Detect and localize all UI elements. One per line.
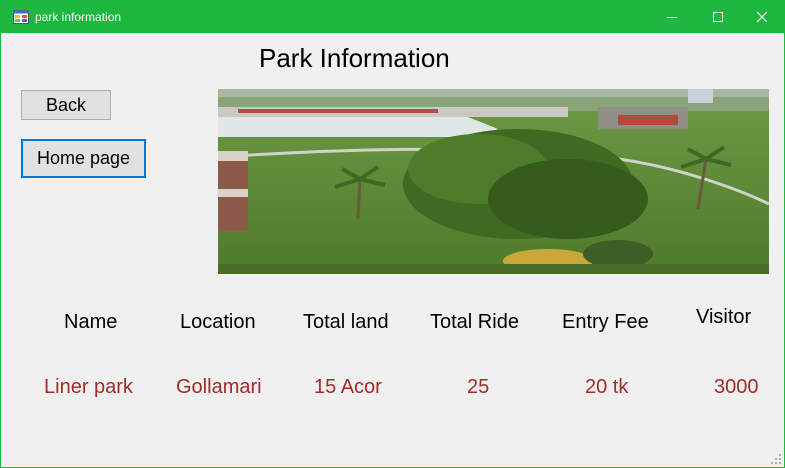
back-button[interactable]: Back xyxy=(21,90,111,120)
value-name: Liner park xyxy=(44,376,133,398)
resize-grip-icon[interactable] xyxy=(770,453,782,465)
value-entry-fee: 20 tk xyxy=(585,376,629,398)
close-icon xyxy=(756,11,768,23)
value-visitor: 3000 xyxy=(714,376,759,398)
close-button[interactable] xyxy=(739,1,785,33)
maximize-button[interactable] xyxy=(695,1,741,33)
maximize-icon xyxy=(713,12,723,22)
value-total-ride: 25 xyxy=(467,376,490,398)
window-title: park information xyxy=(35,10,122,24)
minimize-icon xyxy=(667,17,677,18)
app-form-icon xyxy=(13,10,29,24)
value-total-land: 15 Acor xyxy=(314,376,382,398)
column-header-name: Name xyxy=(64,311,118,333)
column-header-entry-fee: Entry Fee xyxy=(562,311,649,333)
home-page-button[interactable]: Home page xyxy=(21,139,146,178)
app-window: park information Park Information Back H… xyxy=(0,0,785,468)
value-location: Gollamari xyxy=(176,376,262,398)
column-header-location: Location xyxy=(180,311,256,333)
page-title: Park Information xyxy=(259,43,450,73)
column-header-visitor: Visitor xyxy=(696,306,752,328)
column-header-total-land: Total land xyxy=(303,311,389,333)
title-bar[interactable]: park information xyxy=(1,1,784,33)
column-header-total-ride: Total Ride xyxy=(430,311,519,333)
park-photo xyxy=(218,89,769,274)
minimize-button[interactable] xyxy=(649,1,695,33)
